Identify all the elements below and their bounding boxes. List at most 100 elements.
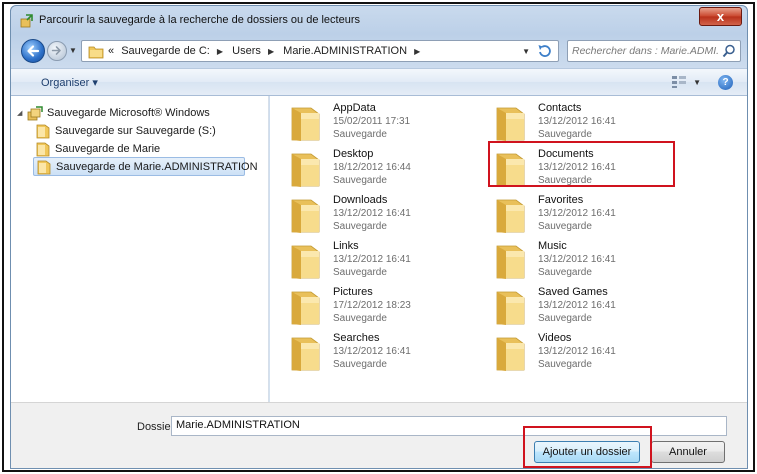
breadcrumb-item-users[interactable]: Users [232, 45, 261, 57]
folder-icon [496, 199, 525, 233]
recent-pages-dropdown[interactable]: ▼ [69, 46, 77, 55]
folder-type: Sauvegarde [538, 221, 592, 232]
folder-item-links[interactable]: Links 13/12/2012 16:41 Sauvegarde [289, 240, 479, 284]
back-arrow-icon [27, 45, 40, 57]
window-title: Parcourir la sauvegarde à la recherche d… [39, 14, 361, 26]
folder-name: AppData [333, 102, 376, 114]
folder-date: 13/12/2012 16:41 [538, 254, 616, 265]
folder-type: Sauvegarde [333, 359, 387, 370]
tree-item-backup-marie[interactable]: Sauvegarde de Marie [35, 141, 257, 158]
folder-type: Sauvegarde [538, 359, 592, 370]
expand-arrow-icon[interactable]: ◢ [17, 109, 22, 117]
folder-item-pictures[interactable]: Pictures 17/12/2012 18:23 Sauvegarde [289, 286, 479, 330]
folder-date: 13/12/2012 16:41 [333, 254, 411, 265]
folder-type: Sauvegarde [538, 267, 592, 278]
folder-icon [291, 107, 320, 141]
folder-type: Sauvegarde [333, 313, 387, 324]
breadcrumb-item-user-folder[interactable]: Marie.ADMINISTRATION [283, 45, 407, 57]
add-folder-highlight-box [523, 426, 652, 468]
folder-icon [291, 337, 320, 371]
tree-item-label: Sauvegarde de Marie.ADMINISTRATION [56, 161, 258, 173]
breadcrumb-item-drive[interactable]: Sauvegarde de C: [121, 45, 210, 57]
folder-name: Pictures [333, 286, 373, 298]
folder-date: 18/12/2012 16:44 [333, 162, 411, 173]
tree-item-backup-marie-administration[interactable]: Sauvegarde de Marie.ADMINISTRATION [33, 157, 258, 176]
breadcrumb-overflow[interactable]: « [108, 45, 114, 57]
folder-icon [496, 245, 525, 279]
folder-item-music[interactable]: Music 13/12/2012 16:41 Sauvegarde [494, 240, 684, 284]
tree-item-label: Sauvegarde sur Sauvegarde (S:) [55, 125, 216, 137]
folder-type: Sauvegarde [333, 267, 387, 278]
folder-date: 13/12/2012 16:41 [538, 346, 616, 357]
folder-icon [496, 291, 525, 325]
folder-icon [36, 142, 50, 157]
views-dropdown[interactable]: ▼ [693, 78, 701, 87]
folder-date: 13/12/2012 16:41 [538, 300, 616, 311]
folder-name: Music [538, 240, 567, 252]
folder-date: 17/12/2012 18:23 [333, 300, 411, 311]
refresh-icon[interactable] [536, 43, 552, 59]
help-button[interactable]: ? [718, 75, 733, 90]
folder-type: Sauvegarde [538, 313, 592, 324]
folder-icon [496, 107, 525, 141]
folder-date: 15/02/2011 17:31 [333, 116, 411, 127]
folder-icon [496, 337, 525, 371]
documents-highlight-box [488, 141, 675, 187]
folder-name: Links [333, 240, 359, 252]
folder-item-favorites[interactable]: Favorites 13/12/2012 16:41 Sauvegarde [494, 194, 684, 238]
breadcrumb: « Sauvegarde de C: ▶ Users ▶ Marie.ADMIN… [108, 45, 426, 57]
folder-item-appdata[interactable]: AppData 15/02/2011 17:31 Sauvegarde [289, 102, 479, 146]
navigation-bar: ▼ « Sauvegarde de C: ▶ Users ▶ Marie.ADM… [11, 34, 747, 68]
folder-type: Sauvegarde [333, 221, 387, 232]
folder-type: Sauvegarde [333, 129, 387, 140]
folder-item-downloads[interactable]: Downloads 13/12/2012 16:41 Sauvegarde [289, 194, 479, 238]
command-bar: Organiser ▾ ▼ ? [11, 68, 747, 96]
change-view-icon[interactable] [671, 75, 687, 89]
folder-date: 13/12/2012 16:41 [333, 208, 411, 219]
folder-icon [88, 46, 104, 59]
folder-name: Searches [333, 332, 380, 344]
folder-item-saved-games[interactable]: Saved Games 13/12/2012 16:41 Sauvegarde [494, 286, 684, 330]
folder-icon [37, 160, 51, 175]
folder-item-contacts[interactable]: Contacts 13/12/2012 16:41 Sauvegarde [494, 102, 684, 146]
title-bar: Parcourir la sauvegarde à la recherche d… [11, 6, 747, 34]
folder-item-videos[interactable]: Videos 13/12/2012 16:41 Sauvegarde [494, 332, 684, 376]
tree-item-label: Sauvegarde de Marie [55, 143, 161, 155]
close-button[interactable]: x [699, 7, 742, 26]
folder-icon [291, 245, 320, 279]
forward-button[interactable] [47, 41, 67, 61]
folder-item-desktop[interactable]: Desktop 18/12/2012 16:44 Sauvegarde [289, 148, 479, 192]
chevron-right-icon[interactable]: ▶ [217, 47, 223, 56]
backup-set-icon [27, 106, 43, 121]
search-box[interactable] [567, 40, 741, 62]
folder-type: Sauvegarde [333, 175, 387, 186]
backup-app-icon [20, 14, 33, 28]
folder-name: Favorites [538, 194, 584, 206]
folder-date: 13/12/2012 16:41 [333, 346, 411, 357]
address-bar[interactable]: « Sauvegarde de C: ▶ Users ▶ Marie.ADMIN… [81, 40, 559, 62]
folder-type: Sauvegarde [538, 129, 592, 140]
tree-item-backup-drive[interactable]: Sauvegarde sur Sauvegarde (S:) [35, 123, 257, 140]
folder-icon [291, 199, 320, 233]
folder-name: Downloads [333, 194, 388, 206]
folder-date: 13/12/2012 16:41 [538, 208, 616, 219]
folder-name: Desktop [333, 148, 374, 160]
browse-backup-dialog: Parcourir la sauvegarde à la recherche d… [10, 5, 748, 469]
chevron-right-icon[interactable]: ▶ [268, 47, 274, 56]
cancel-button[interactable]: Annuler [651, 441, 725, 463]
folder-icon [291, 153, 320, 187]
forward-arrow-icon [51, 46, 61, 55]
address-history-dropdown[interactable]: ▼ [522, 47, 530, 56]
back-button[interactable] [21, 39, 45, 63]
navigation-pane: ◢ Sauvegarde Microsoft® Windows Sauvegar… [11, 96, 269, 402]
search-icon[interactable] [722, 44, 736, 58]
folder-name: Videos [538, 332, 572, 344]
tree-item-label: Sauvegarde Microsoft® Windows [47, 107, 210, 119]
tree-item-backup-root[interactable]: Sauvegarde Microsoft® Windows [27, 105, 257, 122]
folder-name: Contacts [538, 102, 582, 114]
folder-name: Saved Games [538, 286, 608, 298]
chevron-right-icon[interactable]: ▶ [414, 47, 420, 56]
organise-menu-button[interactable]: Organiser ▾ [41, 76, 98, 89]
search-input[interactable] [572, 43, 718, 59]
folder-item-searches[interactable]: Searches 13/12/2012 16:41 Sauvegarde [289, 332, 479, 376]
